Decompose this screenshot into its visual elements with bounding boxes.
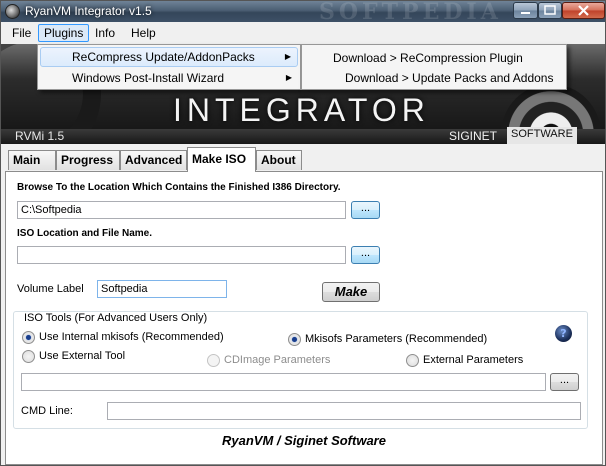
tab-progress[interactable]: Progress (56, 150, 120, 170)
use-internal-label[interactable]: Use Internal mkisofs (Recommended) (39, 331, 224, 343)
submenu-download-recompression[interactable]: Download > ReCompression Plugin (333, 48, 523, 68)
source-path-field[interactable]: C:\Softpedia (17, 201, 346, 219)
menu-item-postinstall[interactable]: Windows Post-Install Wizard ▶ (40, 68, 298, 88)
mkisofs-params-radio[interactable] (288, 333, 301, 346)
make-button[interactable]: Make (322, 282, 380, 302)
cdimage-params-label: CDImage Parameters (224, 354, 331, 366)
external-tool-path-field[interactable] (21, 373, 546, 391)
cmd-line-label: CMD Line: (21, 405, 73, 417)
help-icon[interactable]: ? (555, 325, 572, 342)
submenu-download-updatepacks[interactable]: Download > Update Packs and Addons (345, 68, 553, 88)
iso-tools-legend: ISO Tools (For Advanced Users Only) (21, 312, 211, 324)
tab-about[interactable]: About (256, 150, 302, 170)
menu-info[interactable]: Info (90, 24, 120, 42)
external-params-label[interactable]: External Parameters (423, 354, 523, 366)
cmd-line-field[interactable] (107, 402, 581, 420)
minimize-button[interactable] (513, 2, 538, 19)
tab-strip: Main Progress Advanced Make ISO About (1, 144, 605, 172)
app-window: RyanVM Integrator v1.5 SOFTPEDIA File Pl… (0, 0, 606, 466)
browse-source-button[interactable]: ... (351, 201, 380, 219)
menu-file[interactable]: File (7, 24, 36, 42)
menu-item-recompress[interactable]: ReCompress Update/AddonPacks ▶ (40, 47, 298, 67)
iso-path-field[interactable] (17, 246, 346, 264)
iso-location-label: ISO Location and File Name. (17, 228, 153, 239)
minimize-icon (521, 12, 530, 14)
browse-iso-button[interactable]: ... (351, 246, 380, 264)
use-external-label[interactable]: Use External Tool (39, 350, 125, 362)
mkisofs-params-label[interactable]: Mkisofs Parameters (Recommended) (305, 333, 487, 345)
use-external-radio[interactable] (22, 350, 35, 363)
app-icon (5, 4, 20, 19)
banner-brand: SIGINET (449, 129, 498, 143)
cdimage-params-radio (207, 354, 220, 367)
tab-main[interactable]: Main (8, 150, 56, 170)
use-internal-radio[interactable] (22, 331, 35, 344)
external-params-radio[interactable] (406, 354, 419, 367)
close-button[interactable] (562, 2, 605, 19)
volume-label-field[interactable]: Softpedia (97, 280, 227, 298)
menu-plugins[interactable]: Plugins (38, 24, 90, 42)
banner-logo: INTEGRATOR (173, 92, 430, 128)
close-icon (578, 5, 589, 16)
maximize-button[interactable] (538, 2, 562, 19)
browse-tool-button[interactable]: ... (550, 373, 579, 391)
submenu-arrow-icon: ▶ (284, 52, 291, 61)
title-bar[interactable]: RyanVM Integrator v1.5 SOFTPEDIA (1, 1, 605, 25)
maximize-icon (544, 5, 556, 15)
browse-label: Browse To the Location Which Contains th… (17, 182, 341, 193)
menu-item-label: Windows Post-Install Wizard (72, 71, 225, 85)
window-title: RyanVM Integrator v1.5 (25, 4, 152, 18)
submenu-arrow-icon: ▶ (285, 73, 292, 82)
menu-help[interactable]: Help (126, 24, 161, 42)
footer-credits: RyanVM / Siginet Software (222, 433, 386, 448)
banner-version: RVMi 1.5 (15, 129, 65, 143)
banner-brand-software: SOFTWARE (507, 127, 577, 144)
menu-bar: File Plugins Info Help (1, 22, 605, 44)
plugins-submenu: Download > ReCompression Plugin Download… (301, 44, 567, 90)
plugins-dropdown: ReCompress Update/AddonPacks ▶ Windows P… (37, 44, 301, 90)
volume-label-caption: Volume Label (17, 283, 84, 295)
menu-item-label: ReCompress Update/AddonPacks (72, 50, 255, 64)
tab-advanced[interactable]: Advanced (120, 150, 187, 170)
tab-make-iso[interactable]: Make ISO (187, 147, 256, 172)
